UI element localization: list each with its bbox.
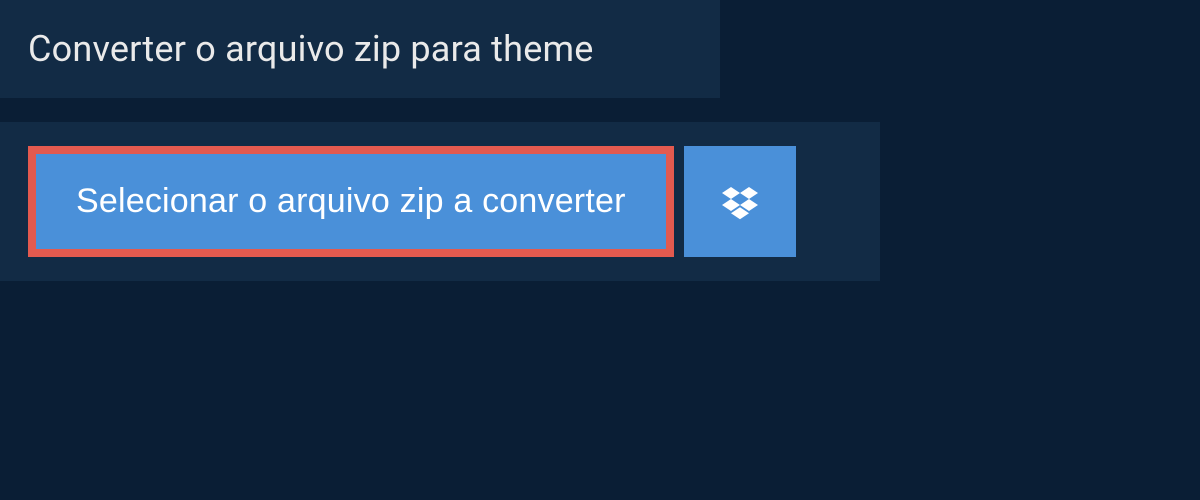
dropbox-button[interactable] (684, 146, 796, 257)
select-file-button[interactable]: Selecionar o arquivo zip a converter (28, 146, 674, 257)
header-bar: Converter o arquivo zip para theme (0, 0, 720, 98)
select-file-label: Selecionar o arquivo zip a converter (76, 182, 626, 221)
dropbox-icon (722, 184, 758, 220)
page-title: Converter o arquivo zip para theme (28, 28, 692, 70)
converter-panel: Converter o arquivo zip para theme Selec… (0, 0, 1200, 281)
button-section: Selecionar o arquivo zip a converter (0, 122, 880, 281)
